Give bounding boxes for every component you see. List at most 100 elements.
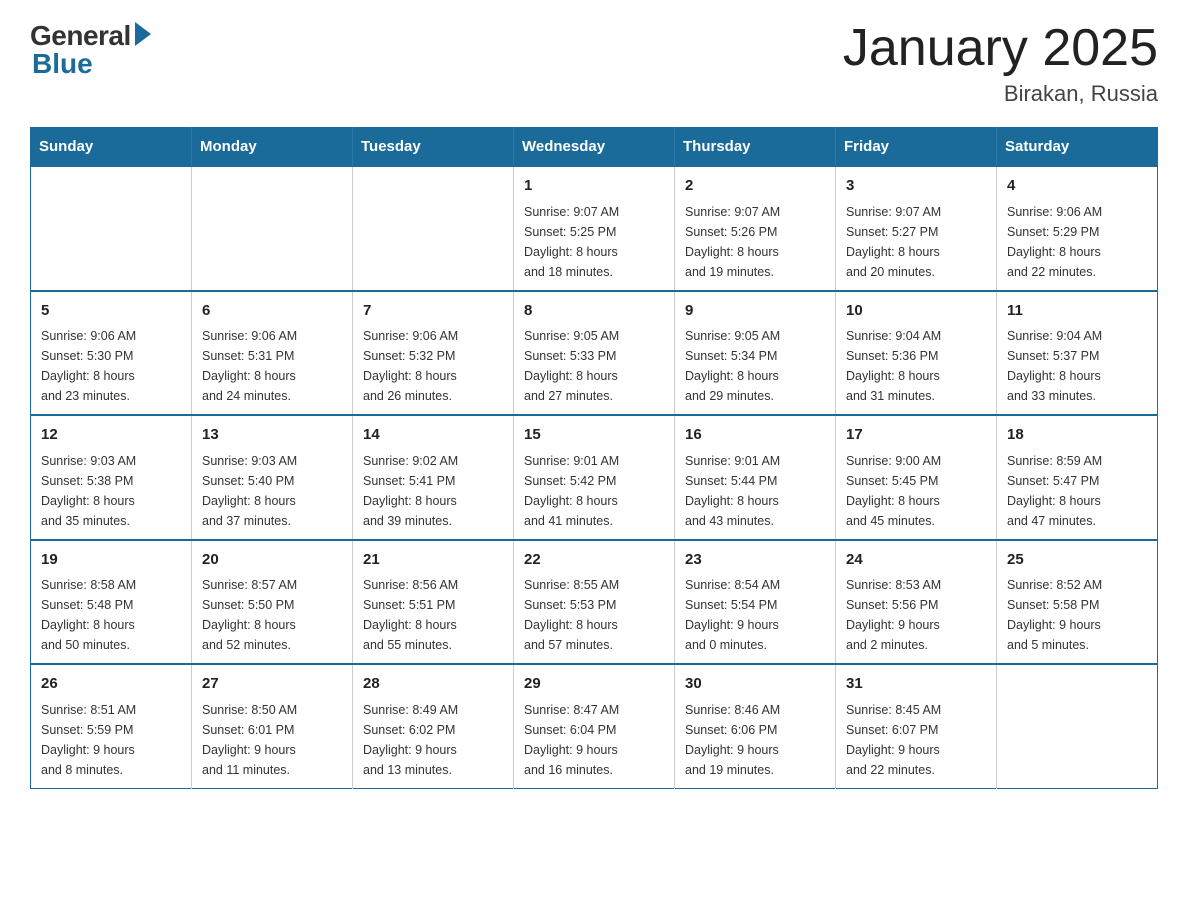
- day-number: 27: [202, 673, 342, 696]
- calendar-cell: 26 Sunrise: 8:51 AMSunset: 5:59 PMDayligh…: [31, 664, 192, 788]
- calendar-cell: [192, 166, 353, 291]
- day-number: 22: [524, 549, 664, 572]
- day-info: Sunrise: 8:53 AMSunset: 5:56 PMDaylight:…: [846, 575, 986, 655]
- calendar-cell: 10 Sunrise: 9:04 AMSunset: 5:36 PMDayligh…: [836, 291, 997, 416]
- calendar-header-row: SundayMondayTuesdayWednesdayThursdayFrid…: [31, 128, 1158, 167]
- day-info: Sunrise: 8:47 AMSunset: 6:04 PMDaylight:…: [524, 700, 664, 780]
- calendar-cell: 8 Sunrise: 9:05 AMSunset: 5:33 PMDaylight…: [514, 291, 675, 416]
- day-number: 29: [524, 673, 664, 696]
- calendar-header-friday: Friday: [836, 128, 997, 167]
- day-number: 5: [41, 300, 181, 323]
- day-number: 25: [1007, 549, 1147, 572]
- calendar-cell: 29 Sunrise: 8:47 AMSunset: 6:04 PMDayligh…: [514, 664, 675, 788]
- logo: General Blue: [30, 20, 151, 80]
- logo-blue-text: Blue: [32, 48, 93, 80]
- day-number: 31: [846, 673, 986, 696]
- calendar-cell: 20Sunrise: 8:57 AMSunset: 5:50 PMDayligh…: [192, 540, 353, 665]
- day-number: 7: [363, 300, 503, 323]
- calendar-week-row: 19Sunrise: 8:58 AMSunset: 5:48 PMDayligh…: [31, 540, 1158, 665]
- day-info: Sunrise: 9:04 AMSunset: 5:36 PMDaylight:…: [846, 326, 986, 406]
- day-info: Sunrise: 9:02 AMSunset: 5:41 PMDaylight:…: [363, 451, 503, 531]
- calendar-header-sunday: Sunday: [31, 128, 192, 167]
- day-info: Sunrise: 8:56 AMSunset: 5:51 PMDaylight:…: [363, 575, 503, 655]
- day-number: 28: [363, 673, 503, 696]
- calendar-cell: 9Sunrise: 9:05 AMSunset: 5:34 PMDaylight…: [675, 291, 836, 416]
- calendar-week-row: 12 Sunrise: 9:03 AMSunset: 5:38 PMDayligh…: [31, 415, 1158, 540]
- calendar-cell: 22 Sunrise: 8:55 AMSunset: 5:53 PMDayligh…: [514, 540, 675, 665]
- day-info: Sunrise: 8:46 AMSunset: 6:06 PMDaylight:…: [685, 700, 825, 780]
- day-info: Sunrise: 8:51 AMSunset: 5:59 PMDaylight:…: [41, 700, 181, 780]
- calendar-cell: 30 Sunrise: 8:46 AMSunset: 6:06 PMDayligh…: [675, 664, 836, 788]
- day-number: 8: [524, 300, 664, 323]
- calendar-cell: 6Sunrise: 9:06 AMSunset: 5:31 PMDaylight…: [192, 291, 353, 416]
- logo-arrow-icon: [135, 22, 151, 46]
- calendar-cell: 16Sunrise: 9:01 AMSunset: 5:44 PMDayligh…: [675, 415, 836, 540]
- day-number: 24: [846, 549, 986, 572]
- day-info: Sunrise: 9:01 AMSunset: 5:44 PMDaylight:…: [685, 451, 825, 531]
- day-info: Sunrise: 8:52 AMSunset: 5:58 PMDaylight:…: [1007, 575, 1147, 655]
- day-info: Sunrise: 9:06 AMSunset: 5:32 PMDaylight:…: [363, 326, 503, 406]
- day-number: 3: [846, 175, 986, 198]
- calendar-cell: 23 Sunrise: 8:54 AMSunset: 5:54 PMDayligh…: [675, 540, 836, 665]
- day-info: Sunrise: 9:07 AMSunset: 5:27 PMDaylight:…: [846, 202, 986, 282]
- day-info: Sunrise: 9:04 AMSunset: 5:37 PMDaylight:…: [1007, 326, 1147, 406]
- calendar-cell: 31 Sunrise: 8:45 AMSunset: 6:07 PMDayligh…: [836, 664, 997, 788]
- calendar-cell: 3 Sunrise: 9:07 AMSunset: 5:27 PMDaylight…: [836, 166, 997, 291]
- calendar-cell: 21 Sunrise: 8:56 AMSunset: 5:51 PMDayligh…: [353, 540, 514, 665]
- calendar-cell: 27 Sunrise: 8:50 AMSunset: 6:01 PMDayligh…: [192, 664, 353, 788]
- day-number: 17: [846, 424, 986, 447]
- calendar-week-row: 1Sunrise: 9:07 AMSunset: 5:25 PMDaylight…: [31, 166, 1158, 291]
- calendar-table: SundayMondayTuesdayWednesdayThursdayFrid…: [30, 127, 1158, 789]
- page-header: General Blue January 2025 Birakan, Russi…: [30, 20, 1158, 107]
- day-info: Sunrise: 9:03 AMSunset: 5:38 PMDaylight:…: [41, 451, 181, 531]
- calendar-cell: 18Sunrise: 8:59 AMSunset: 5:47 PMDayligh…: [997, 415, 1158, 540]
- calendar-header-monday: Monday: [192, 128, 353, 167]
- day-number: 9: [685, 300, 825, 323]
- day-number: 4: [1007, 175, 1147, 198]
- calendar-cell: 2 Sunrise: 9:07 AMSunset: 5:26 PMDaylight…: [675, 166, 836, 291]
- calendar-header-saturday: Saturday: [997, 128, 1158, 167]
- day-number: 10: [846, 300, 986, 323]
- day-info: Sunrise: 8:58 AMSunset: 5:48 PMDaylight:…: [41, 575, 181, 655]
- day-info: Sunrise: 9:06 AMSunset: 5:30 PMDaylight:…: [41, 326, 181, 406]
- calendar-cell: 15Sunrise: 9:01 AMSunset: 5:42 PMDayligh…: [514, 415, 675, 540]
- calendar-cell: 12 Sunrise: 9:03 AMSunset: 5:38 PMDayligh…: [31, 415, 192, 540]
- calendar-cell: 7 Sunrise: 9:06 AMSunset: 5:32 PMDaylight…: [353, 291, 514, 416]
- day-number: 12: [41, 424, 181, 447]
- location-text: Birakan, Russia: [843, 81, 1158, 107]
- day-info: Sunrise: 9:05 AMSunset: 5:33 PMDaylight:…: [524, 326, 664, 406]
- calendar-cell: 5 Sunrise: 9:06 AMSunset: 5:30 PMDaylight…: [31, 291, 192, 416]
- day-number: 14: [363, 424, 503, 447]
- day-number: 30: [685, 673, 825, 696]
- calendar-header-thursday: Thursday: [675, 128, 836, 167]
- day-number: 2: [685, 175, 825, 198]
- day-info: Sunrise: 8:55 AMSunset: 5:53 PMDaylight:…: [524, 575, 664, 655]
- calendar-cell: 4Sunrise: 9:06 AMSunset: 5:29 PMDaylight…: [997, 166, 1158, 291]
- day-info: Sunrise: 8:49 AMSunset: 6:02 PMDaylight:…: [363, 700, 503, 780]
- day-info: Sunrise: 9:03 AMSunset: 5:40 PMDaylight:…: [202, 451, 342, 531]
- day-number: 23: [685, 549, 825, 572]
- calendar-cell: 24 Sunrise: 8:53 AMSunset: 5:56 PMDayligh…: [836, 540, 997, 665]
- calendar-cell: 13Sunrise: 9:03 AMSunset: 5:40 PMDayligh…: [192, 415, 353, 540]
- title-block: January 2025 Birakan, Russia: [843, 20, 1158, 107]
- month-title: January 2025: [843, 20, 1158, 77]
- day-info: Sunrise: 8:54 AMSunset: 5:54 PMDaylight:…: [685, 575, 825, 655]
- calendar-cell: [997, 664, 1158, 788]
- day-number: 1: [524, 175, 664, 198]
- day-info: Sunrise: 9:06 AMSunset: 5:31 PMDaylight:…: [202, 326, 342, 406]
- day-number: 11: [1007, 300, 1147, 323]
- day-number: 21: [363, 549, 503, 572]
- calendar-cell: [353, 166, 514, 291]
- day-info: Sunrise: 8:50 AMSunset: 6:01 PMDaylight:…: [202, 700, 342, 780]
- day-info: Sunrise: 9:00 AMSunset: 5:45 PMDaylight:…: [846, 451, 986, 531]
- day-info: Sunrise: 8:45 AMSunset: 6:07 PMDaylight:…: [846, 700, 986, 780]
- day-info: Sunrise: 9:07 AMSunset: 5:26 PMDaylight:…: [685, 202, 825, 282]
- calendar-cell: [31, 166, 192, 291]
- calendar-week-row: 26 Sunrise: 8:51 AMSunset: 5:59 PMDayligh…: [31, 664, 1158, 788]
- day-info: Sunrise: 8:57 AMSunset: 5:50 PMDaylight:…: [202, 575, 342, 655]
- calendar-header-wednesday: Wednesday: [514, 128, 675, 167]
- calendar-cell: 19Sunrise: 8:58 AMSunset: 5:48 PMDayligh…: [31, 540, 192, 665]
- day-number: 26: [41, 673, 181, 696]
- calendar-week-row: 5 Sunrise: 9:06 AMSunset: 5:30 PMDaylight…: [31, 291, 1158, 416]
- day-info: Sunrise: 9:01 AMSunset: 5:42 PMDaylight:…: [524, 451, 664, 531]
